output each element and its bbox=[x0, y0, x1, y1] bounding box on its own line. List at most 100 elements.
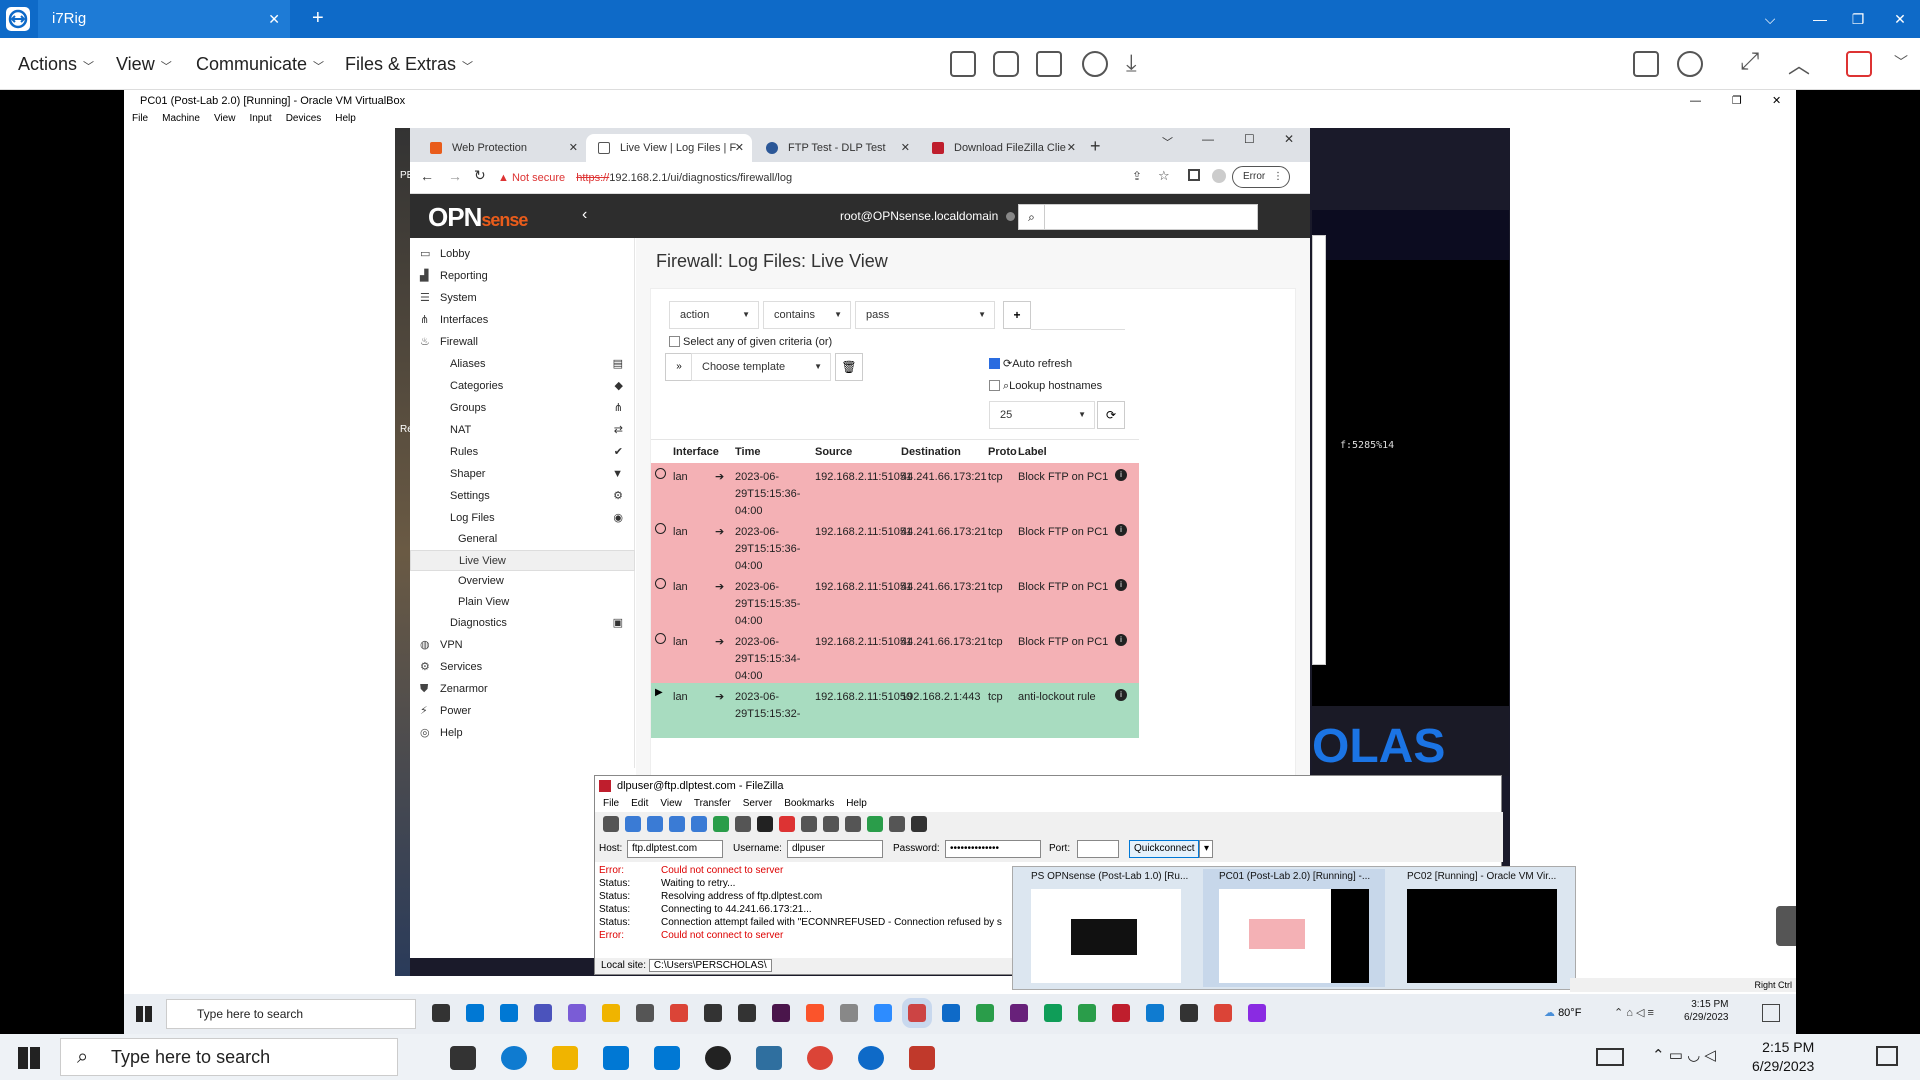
host-search-box[interactable]: ⌕ Type here to search bbox=[60, 1038, 398, 1076]
compare-icon[interactable] bbox=[845, 816, 861, 832]
refresh-icon[interactable] bbox=[1082, 51, 1108, 77]
sidebar-item-rules[interactable]: Rules ✔ bbox=[410, 442, 635, 463]
omnibox[interactable]: ▲ Not secure https://192.168.2.1/ui/diag… bbox=[498, 166, 1218, 190]
chrome-maximize-icon[interactable]: ☐ bbox=[1244, 132, 1255, 146]
user-label[interactable]: root@OPNsense.localdomain bbox=[840, 194, 998, 238]
sidebar-item-shaper[interactable]: Shaper ▼ bbox=[410, 464, 635, 485]
vm-start-icon[interactable] bbox=[136, 1006, 152, 1022]
table-row[interactable]: lan 2023-06-29T15:15:35-04:00 192.168.2.11… bbox=[651, 573, 1139, 628]
forward-icon[interactable]: → bbox=[448, 168, 462, 184]
photos-icon[interactable] bbox=[840, 1004, 858, 1022]
filezilla-icon[interactable] bbox=[1112, 1004, 1130, 1022]
sidebar-item-power[interactable]: ⚡ Power bbox=[410, 701, 635, 722]
teamviewer-icon[interactable] bbox=[858, 1046, 884, 1070]
search-remote-icon[interactable] bbox=[889, 816, 905, 832]
sidebar-item-log-files[interactable]: Log Files ◉ bbox=[410, 508, 635, 529]
refresh-button[interactable]: ⟳ bbox=[1097, 401, 1125, 429]
any-criteria-checkbox[interactable] bbox=[669, 336, 680, 347]
vb-minimize-icon[interactable]: — bbox=[1690, 90, 1701, 112]
port-input[interactable] bbox=[1077, 840, 1119, 858]
fullscreen-icon[interactable]: ⤢ bbox=[1740, 48, 1759, 76]
close-icon[interactable]: ✕ bbox=[1885, 0, 1915, 38]
site-manager-icon[interactable] bbox=[603, 816, 619, 832]
info-icon[interactable]: i bbox=[1115, 469, 1127, 481]
host-tray-icons[interactable]: ⌃ ▭ ◡ ◁ bbox=[1652, 1046, 1716, 1064]
vm-tray-icons[interactable]: ⌃ ⌂ ◁ ≡ bbox=[1614, 1006, 1654, 1019]
reload-icon[interactable]: ↻ bbox=[474, 167, 486, 184]
table-row[interactable]: lan 2023-06-29T15:15:36-04:00 192.168.2.11… bbox=[651, 518, 1139, 573]
calculator-icon[interactable] bbox=[704, 1004, 722, 1022]
template-select[interactable]: Choose template ▼ bbox=[691, 353, 831, 381]
info-icon[interactable]: i bbox=[1115, 689, 1127, 701]
add-filter-button[interactable]: + bbox=[1003, 301, 1031, 329]
filter-operator-select[interactable]: contains ▼ bbox=[763, 301, 851, 329]
toggle-queue-icon[interactable] bbox=[691, 816, 707, 832]
fz-menu-view[interactable]: View bbox=[660, 798, 682, 809]
more-icon[interactable]: ﹀ bbox=[1894, 52, 1908, 72]
close-tab-icon[interactable]: ✕ bbox=[1067, 134, 1076, 162]
menu-view[interactable]: View ﹀ bbox=[116, 38, 172, 93]
column-header-source[interactable]: Source bbox=[815, 443, 852, 461]
collapse-menu-icon[interactable]: ‹ bbox=[582, 206, 587, 224]
opnsense-logo[interactable]: OPNsense bbox=[428, 204, 528, 233]
sidebar-item-services[interactable]: ⚙ Services bbox=[410, 657, 635, 678]
tab-search-icon[interactable]: ﹀ bbox=[1162, 134, 1173, 150]
switch-sides-icon[interactable] bbox=[1677, 51, 1703, 77]
fz-menu-file[interactable]: File bbox=[603, 798, 619, 809]
quickconnect-button[interactable]: Quickconnect bbox=[1129, 840, 1199, 858]
error-button[interactable]: Error ⋮ bbox=[1232, 166, 1290, 188]
cancel-icon[interactable] bbox=[757, 816, 773, 832]
find-icon[interactable] bbox=[911, 816, 927, 832]
visual-studio-icon[interactable] bbox=[1010, 1004, 1028, 1022]
store-icon[interactable] bbox=[603, 1046, 629, 1070]
table-row[interactable]: lan 2023-06-29T15:15:36-04:00 192.168.2.11… bbox=[651, 463, 1139, 518]
delete-template-button[interactable]: 🗑 bbox=[835, 353, 863, 381]
toggle-remote-tree-icon[interactable] bbox=[669, 816, 685, 832]
mail-icon[interactable] bbox=[500, 1004, 518, 1022]
password-input[interactable]: •••••••••••••• bbox=[945, 840, 1041, 858]
sidebar-item-nat[interactable]: NAT ⇄ bbox=[410, 420, 635, 441]
expand-template-button[interactable]: » bbox=[665, 353, 693, 381]
limit-select[interactable]: 25 ▼ bbox=[989, 401, 1095, 429]
chrome-minimize-icon[interactable]: — bbox=[1202, 132, 1214, 146]
column-header-destination[interactable]: Destination bbox=[901, 443, 961, 461]
teamviewer-logo-icon[interactable] bbox=[6, 7, 30, 31]
vb-menu-input[interactable]: Input bbox=[249, 113, 271, 124]
sidebar-item-settings[interactable]: Settings ⚙ bbox=[410, 486, 635, 507]
sidebar-item-help[interactable]: ◎ Help bbox=[410, 723, 635, 744]
terminal-icon[interactable] bbox=[1078, 1004, 1096, 1022]
auto-refresh-checkbox[interactable] bbox=[989, 358, 1000, 369]
sidebar-item-system[interactable]: ☰ System bbox=[410, 288, 635, 309]
vb-close-icon[interactable]: ✕ bbox=[1772, 90, 1781, 112]
vm-notification-icon[interactable] bbox=[1762, 1004, 1780, 1022]
fz-menu-edit[interactable]: Edit bbox=[631, 798, 648, 809]
thumbnail-opnsense[interactable]: PS OPNsense (Post-Lab 1.0) [Ru... bbox=[1015, 869, 1197, 987]
tab-web-protection[interactable]: Web Protection ✕ bbox=[418, 134, 586, 162]
column-header-label[interactable]: Label bbox=[1018, 443, 1047, 461]
side-panel-icon[interactable] bbox=[1188, 169, 1200, 181]
chrome-icon[interactable] bbox=[807, 1046, 833, 1070]
process-queue-icon[interactable] bbox=[735, 816, 751, 832]
global-search-input[interactable]: ⌕ bbox=[1018, 204, 1258, 230]
session-tab[interactable]: i7Rig ✕ bbox=[38, 0, 290, 38]
sidebar-item-interfaces[interactable]: ⋔ Interfaces bbox=[410, 310, 635, 331]
thumbnail-pc01[interactable]: PC01 (Post-Lab 2.0) [Running] -... bbox=[1203, 869, 1385, 987]
toggle-log-icon[interactable] bbox=[625, 816, 641, 832]
column-header-proto[interactable]: Proto bbox=[988, 443, 1017, 461]
zoom-icon[interactable] bbox=[874, 1004, 892, 1022]
filter-icon[interactable] bbox=[823, 816, 839, 832]
package-icon[interactable] bbox=[636, 1004, 654, 1022]
side-widget[interactable] bbox=[1776, 906, 1796, 946]
brave-icon[interactable] bbox=[806, 1004, 824, 1022]
tab-live-view[interactable]: Live View | Log Files | F ✕ bbox=[586, 134, 752, 162]
toggle-local-tree-icon[interactable] bbox=[647, 816, 663, 832]
minimize-icon[interactable]: — bbox=[1805, 0, 1835, 38]
sidebar-item-plain-view[interactable]: Plain View bbox=[410, 592, 635, 613]
keyboard-icon[interactable] bbox=[1596, 1048, 1624, 1066]
teams-icon[interactable] bbox=[534, 1004, 552, 1022]
sidebar-item-reporting[interactable]: ▟ Reporting bbox=[410, 266, 635, 287]
sidebar-item-categories[interactable]: Categories ◆ bbox=[410, 376, 635, 397]
dell-icon[interactable] bbox=[705, 1046, 731, 1070]
host-clock[interactable]: 2:15 PM 6/29/2023 bbox=[1752, 1038, 1814, 1076]
remote-input-icon[interactable] bbox=[993, 51, 1019, 77]
